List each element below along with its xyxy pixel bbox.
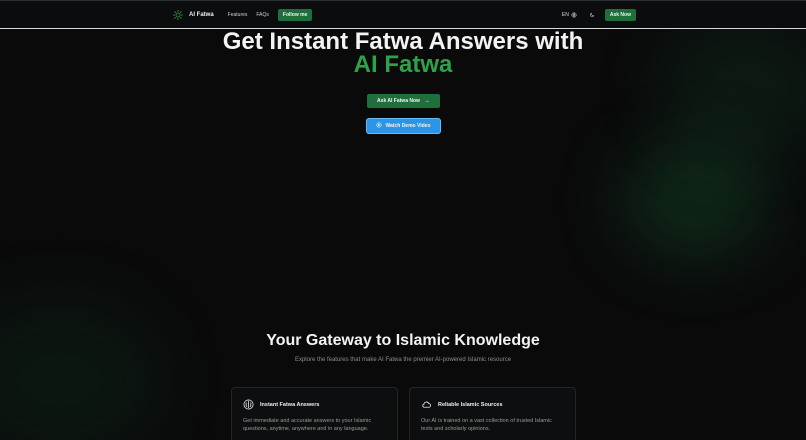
card-title: Instant Fatwa Answers xyxy=(260,401,320,408)
globe-icon xyxy=(571,12,577,18)
ask-now-button[interactable]: Ask Now xyxy=(604,9,636,21)
feature-card-instant-answers: Instant Fatwa Answers Get immediate and … xyxy=(231,387,398,440)
navbar-right: EN Ask Now xyxy=(562,9,636,21)
ask-ai-fatwa-label: Ask AI Fatwa Now xyxy=(377,98,420,104)
moon-icon xyxy=(589,12,595,18)
brand-name[interactable]: AI Fatwa xyxy=(189,12,214,18)
nav-link-features[interactable]: Features xyxy=(228,12,248,18)
card-header: Instant Fatwa Answers xyxy=(243,399,386,410)
feature-card-reliable-sources: Reliable Islamic Sources Our AI is train… xyxy=(409,387,576,440)
card-header: Reliable Islamic Sources xyxy=(421,399,564,410)
ask-ai-fatwa-button[interactable]: Ask AI Fatwa Now → xyxy=(367,94,440,108)
theme-toggle-button[interactable] xyxy=(589,12,595,18)
nav-link-faqs[interactable]: FAQs xyxy=(256,12,269,18)
language-label: EN xyxy=(561,12,569,18)
background-glow xyxy=(0,300,160,440)
navbar: AI Fatwa Features FAQs Follow me EN Ask … xyxy=(0,0,806,29)
background-glow xyxy=(620,140,770,260)
brain-icon xyxy=(243,399,254,410)
navbar-inner: AI Fatwa Features FAQs Follow me EN Ask … xyxy=(172,1,636,29)
logo-icon[interactable] xyxy=(172,9,184,21)
card-description: Get immediate and accurate answers to yo… xyxy=(243,418,372,432)
arrow-right-icon: → xyxy=(423,98,430,104)
watch-demo-button[interactable]: Watch Demo Video xyxy=(367,119,440,133)
play-icon xyxy=(376,122,383,130)
follow-button[interactable]: Follow me xyxy=(277,9,313,21)
section-title: Your Gateway to Islamic Knowledge xyxy=(266,332,540,349)
section-subtitle: Explore the features that make AI Fatwa … xyxy=(294,357,512,363)
card-description: Our AI is trained on a vast collection o… xyxy=(421,418,552,432)
hero-title-highlight: AI Fatwa xyxy=(353,51,453,78)
language-selector[interactable]: EN xyxy=(562,12,577,18)
card-title: Reliable Islamic Sources xyxy=(438,401,503,408)
cloud-icon xyxy=(422,401,432,408)
watch-demo-label: Watch Demo Video xyxy=(385,123,431,129)
